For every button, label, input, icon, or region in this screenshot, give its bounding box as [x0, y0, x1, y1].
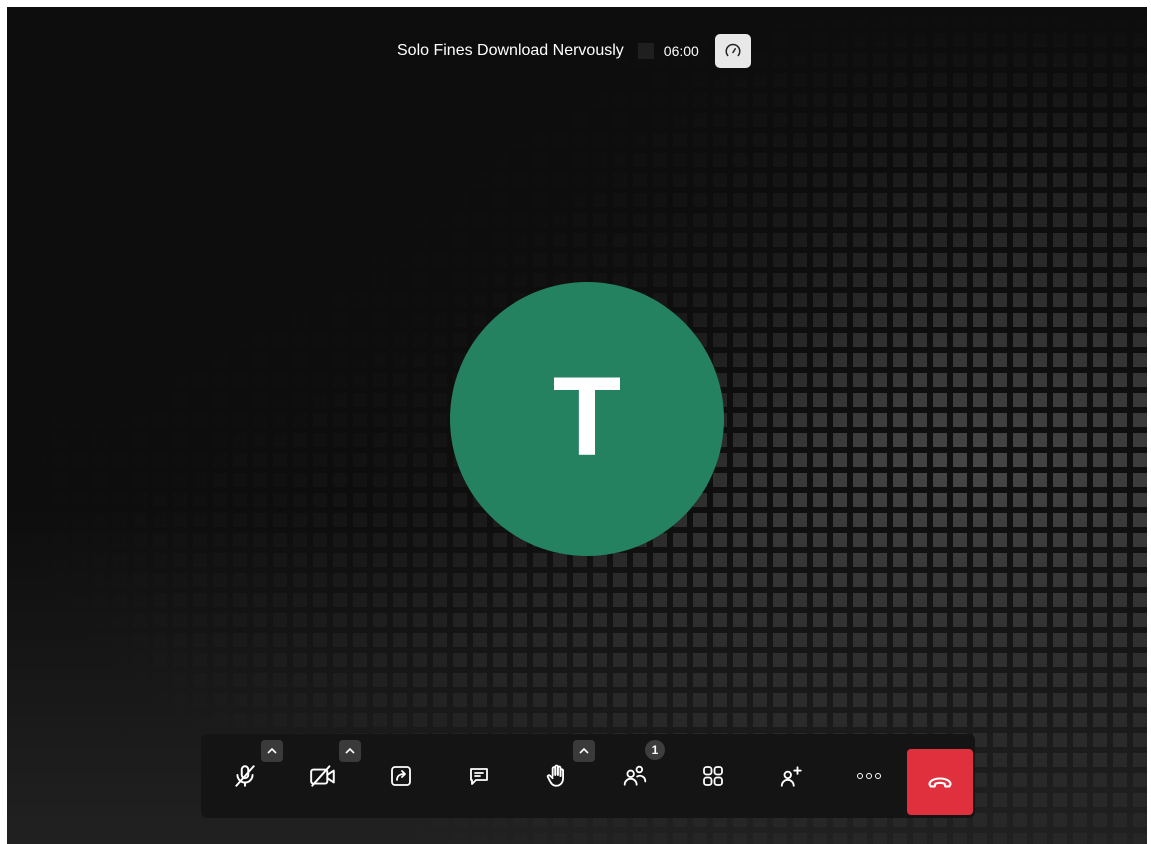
- meeting-toolbar: 1: [201, 734, 975, 818]
- chevron-up-icon: [345, 747, 355, 754]
- tile-view-icon: [703, 766, 723, 786]
- chat-button[interactable]: [455, 752, 503, 800]
- reactions-options-button[interactable]: [573, 740, 595, 762]
- meeting-timer: 06:00: [663, 43, 699, 59]
- microphone-button[interactable]: [221, 740, 283, 800]
- more-icon: [857, 773, 881, 779]
- chat-icon: [470, 768, 488, 785]
- tile-view-button[interactable]: [689, 752, 737, 800]
- hangup-button[interactable]: [907, 749, 973, 815]
- participants-count-badge: 1: [645, 740, 665, 760]
- participant-avatar: T: [450, 282, 724, 556]
- chevron-up-icon: [579, 747, 589, 754]
- camera-button[interactable]: [299, 740, 361, 800]
- timer-separator: [637, 43, 654, 59]
- participants-icon: [623, 765, 647, 786]
- hangup-icon: [928, 777, 952, 788]
- camera-off-icon: [310, 765, 335, 787]
- meeting-subject: Solo Fines Download Nervously: [397, 42, 624, 59]
- invite-button[interactable]: [767, 752, 815, 800]
- raise-hand-button[interactable]: [533, 740, 595, 800]
- microphone-options-button[interactable]: [261, 740, 283, 762]
- camera-options-button[interactable]: [339, 740, 361, 762]
- chevron-up-icon: [267, 747, 277, 754]
- more-actions-button[interactable]: [845, 752, 893, 800]
- subject-bar: Solo Fines Download Nervously 06:00: [397, 33, 751, 69]
- gauge-icon: [725, 43, 741, 57]
- add-participant-icon: [780, 766, 802, 787]
- connection-quality-button[interactable]: [714, 34, 751, 68]
- avatar-initial: T: [552, 354, 622, 479]
- raise-hand-icon: [546, 764, 564, 787]
- share-screen-button[interactable]: [377, 752, 425, 800]
- microphone-off-icon: [235, 765, 255, 787]
- share-screen-icon: [391, 766, 411, 786]
- participants-button[interactable]: 1: [611, 740, 665, 800]
